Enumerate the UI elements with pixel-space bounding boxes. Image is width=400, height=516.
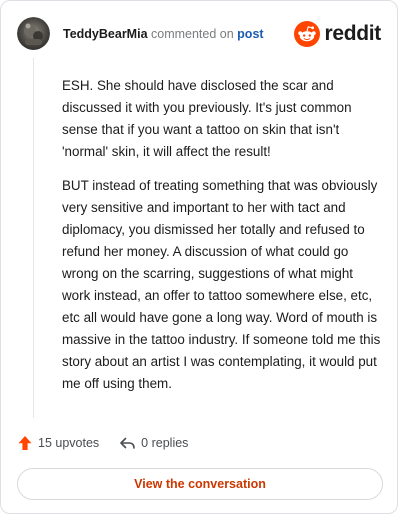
reddit-logo[interactable]: reddit: [294, 19, 381, 49]
reddit-wordmark: reddit: [324, 22, 381, 45]
comment-paragraph: ESH. She should have disclosed the scar …: [62, 78, 352, 159]
comment-card: TeddyBearMia commented on post reddit ES…: [0, 0, 398, 514]
user-avatar[interactable]: [17, 17, 50, 50]
comment-actions: 15 upvotes 0 replies: [17, 433, 188, 453]
thread-line: [33, 58, 34, 418]
view-conversation-button[interactable]: View the conversation: [17, 468, 383, 500]
commented-on-text: commented on: [151, 27, 234, 41]
reply-count: 0 replies: [141, 436, 189, 450]
upvote-count: 15 upvotes: [38, 436, 100, 450]
comment-header: TeddyBearMia commented on post reddit: [17, 17, 381, 51]
comment-body: ESH. She should have disclosed the scar …: [62, 75, 384, 407]
username-link[interactable]: TeddyBearMia: [63, 27, 148, 41]
reply-button[interactable]: 0 replies: [119, 435, 188, 451]
reddit-alien-icon: [294, 21, 321, 47]
upvote-arrow-icon: [18, 436, 32, 450]
post-link[interactable]: post: [237, 27, 263, 41]
comment-paragraph: BUT instead of treating something that w…: [62, 178, 381, 391]
comment-meta: TeddyBearMia commented on post: [63, 26, 264, 42]
avatar-image: [17, 17, 50, 50]
reply-arrow-icon: [120, 437, 135, 449]
upvote-button[interactable]: 15 upvotes: [17, 435, 99, 451]
